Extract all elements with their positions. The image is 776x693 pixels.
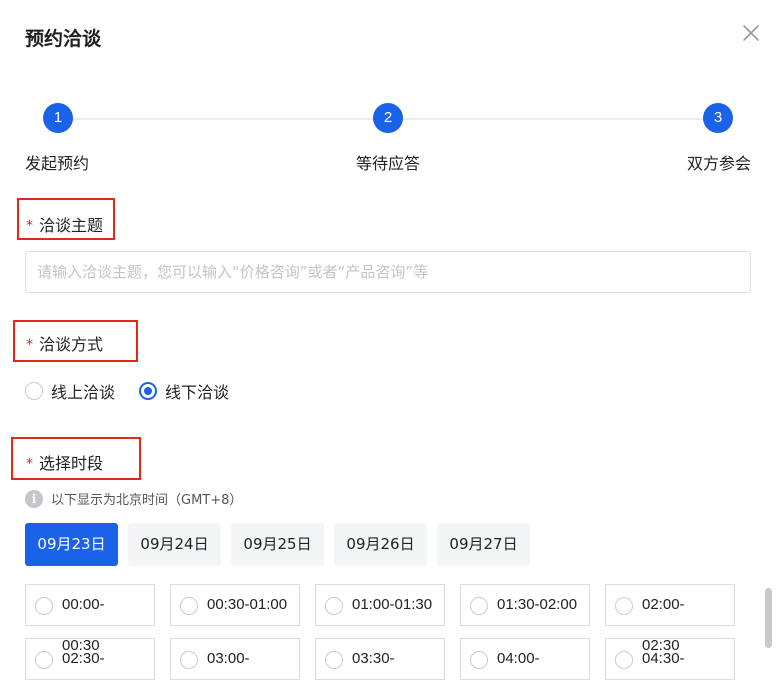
- topic-label-text: 洽谈主题: [39, 216, 104, 235]
- slot-radio[interactable]: [615, 597, 633, 615]
- date-tab-0925[interactable]: 09月25日: [231, 523, 324, 566]
- radio-circle[interactable]: [25, 382, 43, 400]
- slot-radio[interactable]: [470, 651, 488, 669]
- radio-circle-selected[interactable]: [139, 382, 157, 400]
- radio-online-label: 线上洽谈: [51, 383, 116, 402]
- required-mark: *: [26, 456, 33, 472]
- slot-radio[interactable]: [180, 597, 198, 615]
- date-tab-0926[interactable]: 09月26日: [334, 523, 427, 566]
- slot-label: 01:30-02:00: [497, 596, 578, 613]
- slot-label: 02:30-: [62, 650, 105, 667]
- time-slot[interactable]: 03:00-: [170, 638, 300, 680]
- slot-radio[interactable]: [35, 597, 53, 615]
- info-icon: i: [25, 489, 43, 508]
- slot-label: 00:30-01:00: [207, 596, 288, 613]
- timezone-text: 以下显示为北京时间（GMT+8）: [51, 493, 243, 508]
- radio-online[interactable]: 线上洽谈: [25, 379, 115, 403]
- step-connector: [402, 118, 704, 120]
- close-icon[interactable]: [740, 22, 762, 44]
- slot-radio[interactable]: [615, 651, 633, 669]
- slot-radio[interactable]: [470, 597, 488, 615]
- method-label: * 洽谈方式: [26, 331, 103, 355]
- time-slot[interactable]: 04:00-: [460, 638, 590, 680]
- step-3-dot: 3: [703, 103, 733, 133]
- vertical-scrollbar[interactable]: [765, 588, 772, 648]
- time-slot[interactable]: 00:00-: [25, 584, 155, 626]
- step-connector: [72, 118, 374, 120]
- slot-label: 02:00-: [642, 596, 685, 613]
- slot-label: 03:30-: [352, 650, 395, 667]
- slot-label: 04:30-: [642, 650, 685, 667]
- date-tab-0927[interactable]: 09月27日: [437, 523, 530, 566]
- slot-radio[interactable]: [35, 651, 53, 669]
- time-slot[interactable]: 02:00-: [605, 584, 735, 626]
- step-3-label: 双方参会: [687, 154, 752, 173]
- step-1-label: 发起预约: [25, 154, 90, 173]
- radio-offline-label: 线下洽谈: [165, 383, 230, 402]
- slot-label: 00:00-: [62, 596, 105, 613]
- slot-radio[interactable]: [325, 597, 343, 615]
- slot-label: 03:00-: [207, 650, 250, 667]
- date-tab-0924[interactable]: 09月24日: [128, 523, 221, 566]
- dialog-title: 预约洽谈: [25, 28, 102, 50]
- time-slot[interactable]: 01:00-01:30: [315, 584, 445, 626]
- time-slot[interactable]: 00:30-01:00: [170, 584, 300, 626]
- slot-radio[interactable]: [325, 651, 343, 669]
- time-label: * 选择时段: [26, 450, 103, 474]
- time-slot[interactable]: 03:30-: [315, 638, 445, 680]
- timezone-note: i 以下显示为北京时间（GMT+8）: [25, 489, 242, 508]
- step-2-dot: 2: [373, 103, 403, 133]
- method-label-text: 洽谈方式: [39, 335, 104, 354]
- time-slot[interactable]: 01:30-02:00: [460, 584, 590, 626]
- step-1-dot: 1: [43, 103, 73, 133]
- time-slot[interactable]: 02:30 04:30-: [605, 638, 735, 680]
- time-label-text: 选择时段: [39, 454, 104, 473]
- slot-label: 01:00-01:30: [352, 596, 433, 613]
- radio-offline[interactable]: 线下洽谈: [139, 379, 229, 403]
- step-2-label: 等待应答: [356, 154, 421, 173]
- topic-label: * 洽谈主题: [26, 212, 103, 236]
- slot-radio[interactable]: [180, 651, 198, 669]
- required-mark: *: [26, 218, 33, 234]
- time-slot[interactable]: 00:30 02:30-: [25, 638, 155, 680]
- slot-label: 04:00-: [497, 650, 540, 667]
- topic-input[interactable]: [25, 251, 751, 293]
- required-mark: *: [26, 337, 33, 353]
- date-tab-0923[interactable]: 09月23日: [25, 523, 118, 566]
